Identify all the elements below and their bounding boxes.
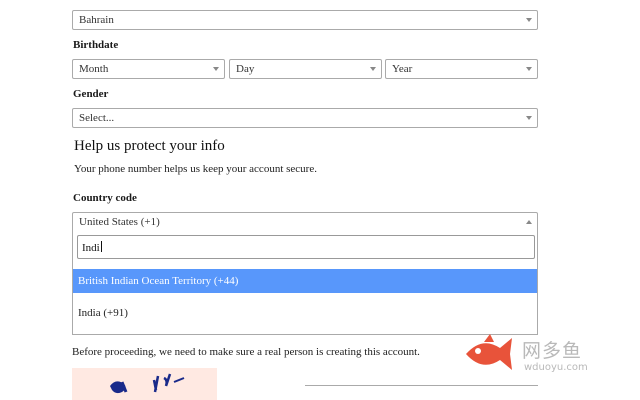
- birth-day-value: Day: [236, 63, 255, 75]
- country-code-dropdown: Indi British Indian Ocean Territory (+44…: [72, 231, 538, 335]
- country-select-value: Bahrain: [79, 14, 114, 26]
- country-code-label: Country code: [73, 192, 137, 204]
- dropdown-option-label: British Indian Ocean Territory (+44): [78, 275, 239, 287]
- dropdown-option[interactable]: British Indian Ocean Territory (+44): [73, 269, 537, 293]
- country-code-value: United States (+1): [79, 216, 160, 228]
- country-search-input[interactable]: Indi: [77, 235, 535, 259]
- dropdown-option-label: India (+91): [78, 307, 128, 319]
- gender-select-value: Select...: [79, 112, 115, 124]
- country-select[interactable]: Bahrain: [72, 10, 538, 30]
- chevron-down-icon: [370, 67, 376, 71]
- verification-text: Before proceeding, we need to make sure …: [72, 346, 420, 358]
- chevron-down-icon: [526, 67, 532, 71]
- chevron-down-icon: [526, 116, 532, 120]
- chevron-up-icon: [526, 220, 532, 224]
- dropdown-option[interactable]: India (+91): [73, 301, 537, 325]
- gender-label: Gender: [73, 88, 109, 100]
- country-search-value: Indi: [82, 242, 100, 254]
- text-cursor: [100, 241, 102, 252]
- birth-month-value: Month: [79, 63, 109, 75]
- birthdate-label: Birthdate: [73, 39, 119, 51]
- fish-logo-icon: [466, 334, 512, 370]
- birth-year-select[interactable]: Year: [385, 59, 538, 79]
- captcha-input-line[interactable]: [305, 385, 538, 386]
- protect-heading: Help us protect your info: [74, 138, 225, 154]
- watermark-url: wduoyu.com: [524, 362, 588, 373]
- protect-text: Your phone number helps us keep your acc…: [74, 163, 317, 175]
- captcha-glyphs-icon: [110, 373, 185, 394]
- gender-select[interactable]: Select...: [72, 108, 538, 128]
- watermark-brand: 网多鱼: [522, 340, 583, 362]
- birth-year-value: Year: [392, 63, 413, 75]
- chevron-down-icon: [213, 67, 219, 71]
- watermark: 网多鱼 wduoyu.com: [458, 330, 608, 380]
- country-code-select[interactable]: United States (+1): [72, 212, 538, 232]
- chevron-down-icon: [526, 18, 532, 22]
- country-label-partial: [72, 0, 192, 1]
- captcha-image: [72, 368, 217, 400]
- birth-month-select[interactable]: Month: [72, 59, 225, 79]
- birth-day-select[interactable]: Day: [229, 59, 382, 79]
